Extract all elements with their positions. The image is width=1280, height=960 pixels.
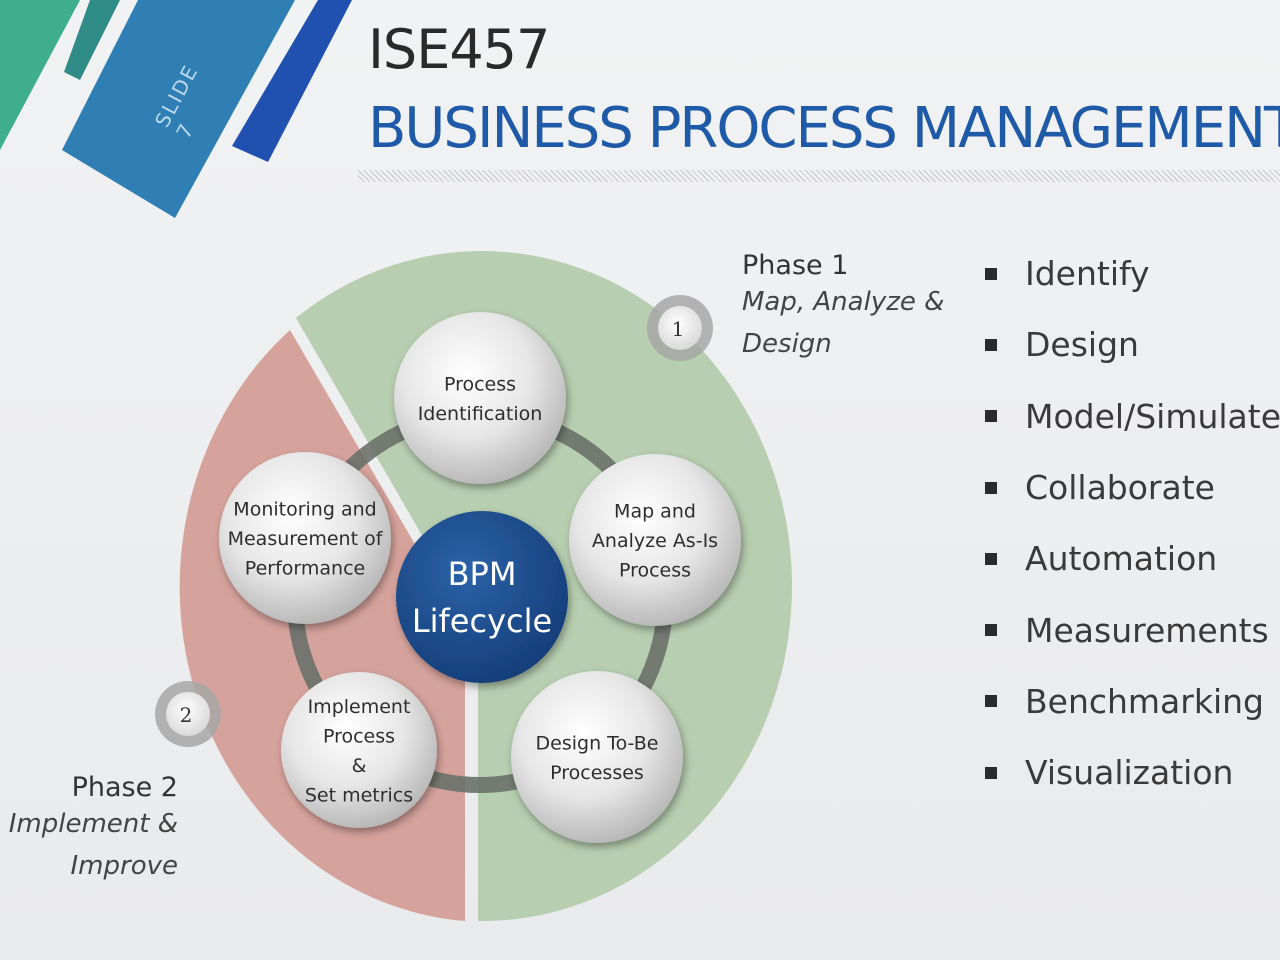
node-monitoring-measurement: Monitoring and Measurement of Performance (219, 452, 391, 624)
phase2-subtitle-line1: Implement & (8, 809, 178, 839)
node-label-line: Process (444, 373, 516, 395)
node-label-line: Design To-Be (536, 732, 659, 754)
list-item: Visualization (985, 737, 1280, 808)
center-label-line2: Lifecycle (412, 602, 552, 640)
list-item-label: Collaborate (1025, 468, 1215, 508)
phase2-title: Phase 2 (71, 772, 178, 803)
list-item-label: Identify (1025, 254, 1150, 294)
node-label-line: Performance (245, 558, 365, 580)
node-sphere (511, 671, 683, 843)
node-process-identification: Process Identification (394, 312, 566, 484)
node-implement-process: Implement Process & Set metrics (281, 672, 437, 828)
center-circle (396, 511, 568, 683)
node-sphere (394, 312, 566, 484)
bullet-icon (985, 552, 997, 565)
node-map-analyze-as-is: Map and Analyze As-Is Process (569, 454, 741, 626)
list-item: Benchmarking (985, 666, 1280, 737)
phase1-badge-number: 1 (672, 317, 685, 341)
list-item: Collaborate (985, 452, 1280, 523)
bullet-icon (985, 481, 997, 494)
node-label-line: Process (619, 560, 691, 582)
bpm-activities-list: Identify Design Model/Simulate Collabora… (985, 238, 1280, 808)
node-label-line: Set metrics (305, 784, 413, 806)
node-label-line: Analyze As-Is (592, 530, 718, 552)
node-design-to-be: Design To-Be Processes (511, 671, 683, 843)
phase1-subtitle-line1: Map, Analyze & (742, 287, 945, 317)
list-item-label: Automation (1025, 539, 1218, 579)
phase1-label: Phase 1 Map, Analyze & Design (742, 250, 962, 365)
phase2-badge: 2 (155, 681, 221, 747)
node-label-line: Monitoring and (233, 499, 376, 521)
phase2-badge-number: 2 (180, 703, 193, 727)
node-label-line: Identification (418, 403, 543, 425)
list-item: Identify (985, 238, 1280, 309)
list-item: Measurements (985, 594, 1280, 665)
phase2-subtitle-line2: Improve (70, 851, 178, 881)
slide: SLIDE 7 ISE457 BUSINESS PROCESS MANAGEME… (0, 0, 1280, 960)
list-item: Automation (985, 523, 1280, 594)
node-label-line: Process (323, 725, 395, 747)
list-item-label: Benchmarking (1025, 681, 1264, 721)
bullet-icon (985, 267, 997, 280)
bullet-icon (985, 695, 997, 708)
node-label-line: & (352, 755, 367, 777)
node-label-line: Measurement of (228, 528, 384, 550)
phase1-subtitle-line2: Design (742, 329, 832, 359)
phase2-label: Phase 2 Implement & Improve (8, 772, 178, 887)
list-item-label: Measurements (1025, 610, 1269, 650)
phase1-title: Phase 1 (742, 250, 849, 281)
bullet-icon (985, 410, 997, 423)
node-label-line: Implement (308, 696, 411, 718)
node-label-line: Processes (550, 762, 644, 784)
node-label-line: Map and (614, 501, 696, 523)
list-item-label: Visualization (1025, 753, 1234, 793)
list-item: Design (985, 309, 1280, 380)
list-item-label: Design (1025, 325, 1139, 365)
list-item: Model/Simulate (985, 381, 1280, 452)
list-item-label: Model/Simulate (1025, 396, 1280, 436)
bullet-icon (985, 338, 997, 351)
phase1-badge: 1 (647, 295, 713, 361)
center-label-line1: BPM (448, 555, 517, 593)
bullet-icon (985, 624, 997, 637)
bullet-icon (985, 766, 997, 779)
